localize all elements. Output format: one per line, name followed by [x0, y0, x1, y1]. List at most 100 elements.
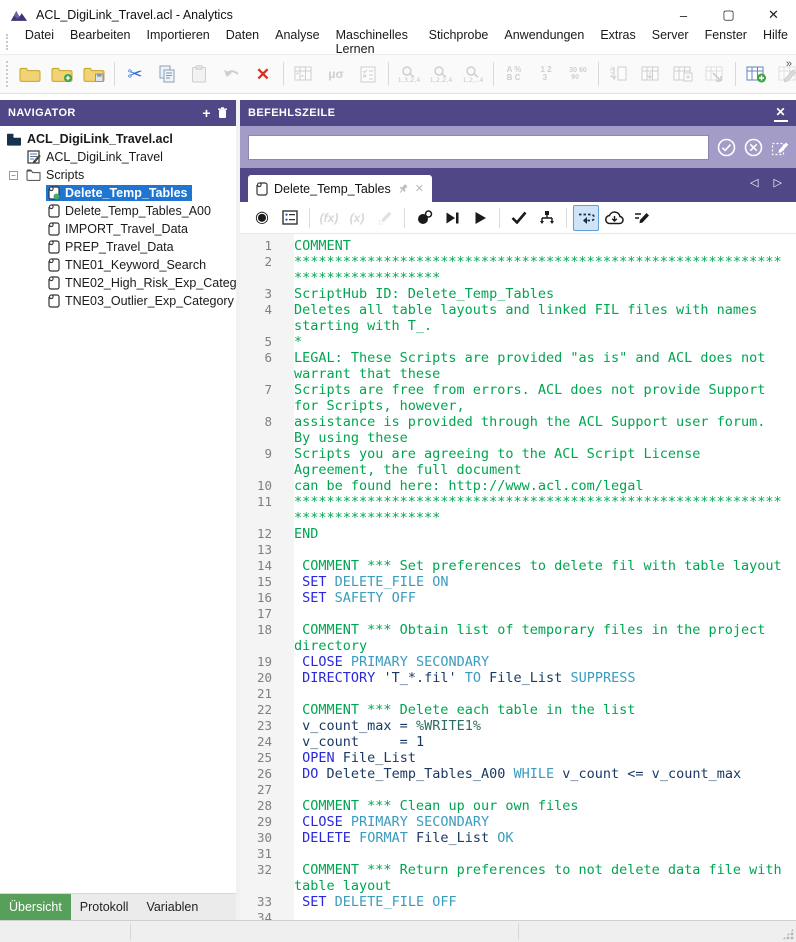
open-project-button[interactable]: [15, 59, 45, 89]
code-line[interactable]: 16 SET SAFETY OFF: [240, 590, 796, 606]
code-line[interactable]: 29 CLOSE PRIMARY SECONDARY: [240, 814, 796, 830]
run-script-button[interactable]: [467, 205, 493, 231]
tab-delete-temp-tables[interactable]: Delete_Temp_Tables ✕: [248, 175, 432, 202]
merge-button[interactable]: [636, 59, 666, 89]
code-line[interactable]: 21: [240, 686, 796, 702]
toolbar-gripper[interactable]: [6, 61, 8, 88]
nav-tab-variablen[interactable]: Variablen: [137, 894, 207, 920]
sort-button[interactable]: AZ: [604, 59, 634, 89]
code-line[interactable]: 2***************************************…: [240, 254, 796, 286]
code-line[interactable]: 25 OPEN File_List: [240, 750, 796, 766]
code-line[interactable]: 14 COMMENT *** Set preferences to delete…: [240, 558, 796, 574]
tree-item-prep-travel-data[interactable]: PREP_Travel_Data: [46, 239, 178, 255]
command-line-close-icon[interactable]: ✕: [774, 105, 788, 122]
new-project-button[interactable]: [47, 59, 77, 89]
code-line[interactable]: 19 CLOSE PRIMARY SECONDARY: [240, 654, 796, 670]
code-line[interactable]: 31: [240, 846, 796, 862]
edit-command-icon[interactable]: [770, 137, 790, 157]
pin-icon[interactable]: [397, 183, 409, 195]
code-line[interactable]: 34: [240, 910, 796, 920]
code-line[interactable]: 18 COMMENT *** Obtain list of temporary …: [240, 622, 796, 654]
code-line[interactable]: 8assistance is provided through the ACL …: [240, 414, 796, 446]
code-line[interactable]: 6LEGAL: These Scripts are provided "as i…: [240, 350, 796, 382]
edit-in-hub-button[interactable]: [629, 205, 655, 231]
toolbar-overflow-icon[interactable]: »: [786, 58, 792, 70]
code-line[interactable]: 10can be found here: http://www.acl.com/…: [240, 478, 796, 494]
resize-grip-icon[interactable]: [782, 928, 794, 940]
cut-button[interactable]: ✂: [120, 59, 150, 89]
code-line[interactable]: 23 v_count_max = %WRITE1%: [240, 718, 796, 734]
new-table-button[interactable]: [741, 59, 771, 89]
sequence-button[interactable]: 1,2,.,4: [458, 59, 488, 89]
tree-item-scripts[interactable]: Scripts: [24, 167, 88, 183]
undo-button[interactable]: [216, 59, 246, 89]
tree-item-import-travel-data[interactable]: IMPORT_Travel_Data: [46, 221, 192, 237]
trash-icon[interactable]: [217, 107, 228, 119]
cancel-icon[interactable]: [743, 137, 763, 157]
toggle-breakpoint-button[interactable]: [411, 205, 437, 231]
code-line[interactable]: 12END: [240, 526, 796, 542]
edit-table-button[interactable]: [773, 59, 796, 89]
tree-item-acl-digilink-travel[interactable]: ACL_DigiLink_Travel: [25, 149, 167, 165]
tree-item-tne01-keyword-search[interactable]: TNE01_Keyword_Search: [46, 257, 210, 273]
paste-button[interactable]: [184, 59, 214, 89]
code-line[interactable]: 17: [240, 606, 796, 622]
tree-item-acl-digilink-travel-acl[interactable]: ACL_DigiLink_Travel.acl: [4, 131, 177, 147]
code-line[interactable]: 28 COMMENT *** Clean up our own files: [240, 798, 796, 814]
code-line[interactable]: 11**************************************…: [240, 494, 796, 526]
delete-button[interactable]: ✕: [248, 59, 278, 89]
nav-tab-übersicht[interactable]: Übersicht: [0, 894, 71, 920]
code-line[interactable]: 7Scripts are free from errors. ACL does …: [240, 382, 796, 414]
add-icon[interactable]: +: [202, 105, 211, 121]
code-line[interactable]: 5*: [240, 334, 796, 350]
code-line[interactable]: 1COMMENT: [240, 238, 796, 254]
age-button[interactable]: 30 60 90: [563, 59, 593, 89]
code-line[interactable]: 22 COMMENT *** Delete each table in the …: [240, 702, 796, 718]
command-input[interactable]: [248, 135, 709, 160]
check-syntax-button[interactable]: [506, 205, 532, 231]
record-script-button[interactable]: ◉: [249, 205, 275, 231]
script-hierarchy-button[interactable]: [534, 205, 560, 231]
stratify-button[interactable]: 1 2 3: [531, 59, 561, 89]
code-line[interactable]: 15 SET DELETE_FILE ON: [240, 574, 796, 590]
join-button[interactable]: [668, 59, 698, 89]
extract-button[interactable]: [700, 59, 730, 89]
insert-function-button[interactable]: (fx): [316, 205, 342, 231]
gaps-button[interactable]: 1,2,2,4: [426, 59, 456, 89]
verify-button[interactable]: [353, 59, 383, 89]
code-line[interactable]: 27: [240, 782, 796, 798]
scripthub-button[interactable]: [601, 205, 627, 231]
table-layout-button[interactable]: [289, 59, 319, 89]
code-line[interactable]: 30 DELETE FORMAT File_List OK: [240, 830, 796, 846]
save-project-button[interactable]: [79, 59, 109, 89]
code-line[interactable]: 3ScriptHub ID: Delete_Temp_Tables: [240, 286, 796, 302]
copy-button[interactable]: [152, 59, 182, 89]
code-line[interactable]: 33 SET DELETE_FILE OFF: [240, 894, 796, 910]
edit-command-button[interactable]: [372, 205, 398, 231]
statistics-button[interactable]: μσ: [321, 59, 351, 89]
code-line[interactable]: 26 DO Delete_Temp_Tables_A00 WHILE v_cou…: [240, 766, 796, 782]
nav-tab-protokoll[interactable]: Protokoll: [71, 894, 138, 920]
insert-variable-button[interactable]: (x): [344, 205, 370, 231]
duplicates-button[interactable]: 1,3,2,4: [394, 59, 424, 89]
code-line[interactable]: 32 COMMENT *** Return preferences to not…: [240, 862, 796, 894]
word-wrap-button[interactable]: [573, 205, 599, 231]
expander-icon[interactable]: −: [9, 171, 18, 180]
code-line[interactable]: 9Scripts you are agreeing to the ACL Scr…: [240, 446, 796, 478]
script-properties-button[interactable]: [277, 205, 303, 231]
tab-scroll-arrows-icon[interactable]: ◁ ▷: [750, 176, 788, 189]
tab-close-icon[interactable]: ✕: [415, 182, 424, 195]
tree-item-delete-temp-tables-a00[interactable]: Delete_Temp_Tables_A00: [46, 203, 215, 219]
code-line[interactable]: 13: [240, 542, 796, 558]
tree-item-delete-temp-tables[interactable]: Delete_Temp_Tables: [46, 185, 192, 201]
code-line[interactable]: 20 DIRECTORY 'T_*.fil' TO File_List SUPP…: [240, 670, 796, 686]
tree-item-tne02-high-risk-exp-category[interactable]: TNE02_High_Risk_Exp_Category: [46, 275, 236, 291]
menubar-gripper[interactable]: [6, 34, 11, 51]
script-editor[interactable]: 1COMMENT2*******************************…: [240, 234, 796, 920]
tree-item-tne03-outlier-exp-category[interactable]: TNE03_Outlier_Exp_Category: [46, 293, 236, 309]
step-button[interactable]: [439, 205, 465, 231]
code-line[interactable]: 24 v_count = 1: [240, 734, 796, 750]
accept-icon[interactable]: [716, 137, 736, 157]
classify-button[interactable]: A %B C: [499, 59, 529, 89]
code-line[interactable]: 4Deletes all table layouts and linked FI…: [240, 302, 796, 334]
